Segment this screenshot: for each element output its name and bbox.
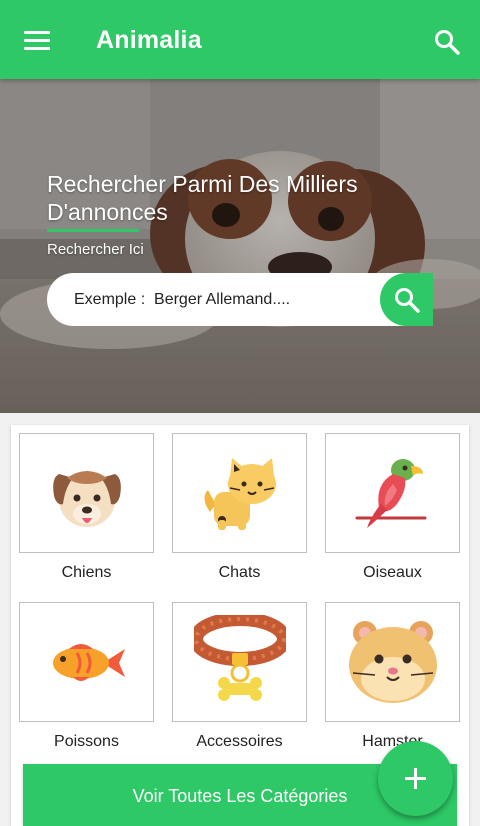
add-fab-button[interactable]	[378, 741, 453, 816]
category-chiens[interactable]: Chiens	[19, 433, 154, 582]
hero-banner: Rechercher Parmi Des Milliers D'annonces…	[0, 79, 480, 413]
app-bar: Animalia	[0, 0, 480, 79]
title-underline	[47, 229, 139, 232]
category-image	[172, 433, 307, 553]
category-label: Chiens	[61, 564, 112, 581]
hamster-icon	[349, 621, 437, 703]
category-image	[19, 433, 154, 553]
category-hamster[interactable]: Hamster	[325, 602, 460, 751]
category-label: Chats	[218, 564, 261, 581]
fish-icon	[53, 644, 125, 681]
category-image	[325, 433, 460, 553]
search-bar	[47, 273, 433, 326]
hero-subtitle: Rechercher Ici	[47, 241, 144, 258]
category-label: Poissons	[54, 733, 119, 750]
category-oiseaux[interactable]: Oiseaux	[325, 433, 460, 582]
category-image	[172, 602, 307, 722]
category-poissons[interactable]: Poissons	[19, 602, 154, 751]
search-button[interactable]	[380, 273, 433, 326]
dog-icon	[53, 471, 121, 527]
search-icon[interactable]	[434, 29, 460, 55]
category-image	[19, 602, 154, 722]
category-chats[interactable]: Chats	[172, 433, 307, 582]
app-title: Animalia	[96, 26, 202, 54]
category-label: Oiseaux	[363, 564, 422, 581]
hamburger-menu-icon[interactable]	[24, 31, 51, 51]
cat-icon	[204, 458, 276, 530]
plus-icon-vertical	[414, 768, 417, 789]
category-accessoires[interactable]: Accessoires	[172, 602, 307, 751]
hero-title: Rechercher Parmi Des Milliers D'annonces	[47, 171, 358, 225]
collar-icon	[194, 615, 286, 701]
category-label: Accessoires	[196, 733, 283, 750]
parrot-icon	[355, 459, 427, 528]
search-input[interactable]	[47, 273, 382, 326]
search-icon	[395, 288, 420, 313]
category-image	[325, 602, 460, 722]
